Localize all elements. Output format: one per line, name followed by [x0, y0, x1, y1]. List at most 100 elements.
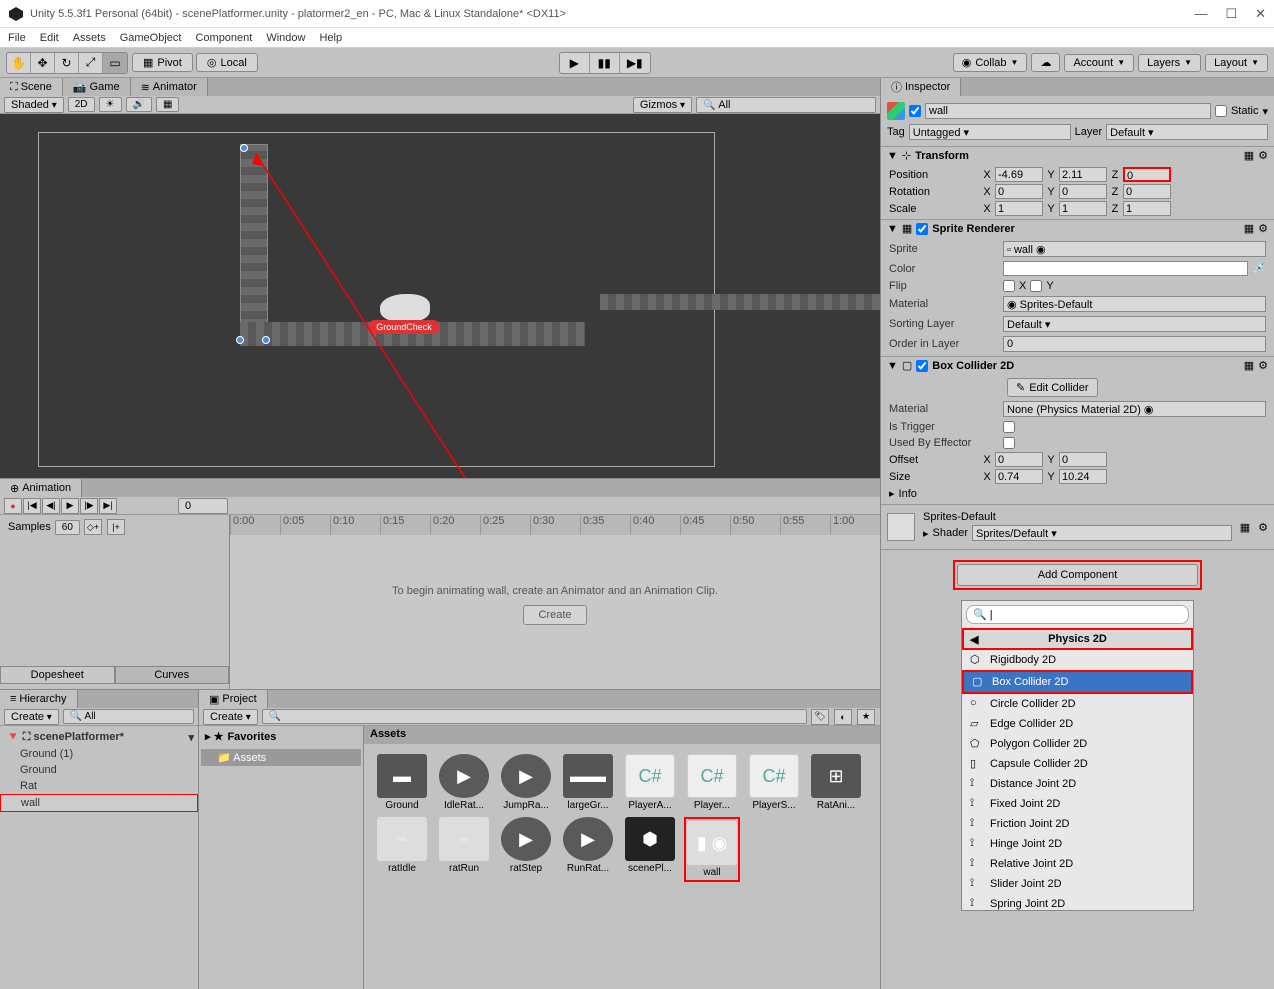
- layer-dropdown[interactable]: Default ▾: [1106, 124, 1268, 140]
- asset-idlerat[interactable]: ▶IdleRat...: [436, 754, 492, 811]
- layout-dropdown[interactable]: Layout ▼: [1205, 54, 1268, 72]
- comp-springjoint2d[interactable]: ⟟Spring Joint 2D: [962, 894, 1193, 910]
- project-breadcrumb[interactable]: Assets: [364, 726, 880, 744]
- asset-wall[interactable]: ▮ ◉wall: [684, 817, 740, 882]
- menu-component[interactable]: Component: [195, 32, 252, 44]
- color-field[interactable]: [1003, 261, 1248, 276]
- favorites-folder[interactable]: ▸ ★ Favorites: [201, 728, 361, 745]
- comp-rigidbody2d[interactable]: ⬡Rigidbody 2D: [962, 650, 1193, 670]
- help-icon[interactable]: ▦: [1244, 359, 1254, 372]
- tab-game[interactable]: 📷 Game: [63, 78, 131, 96]
- rotate-tool-icon[interactable]: ↻: [55, 53, 79, 73]
- hierarchy-item[interactable]: Rat: [0, 778, 198, 794]
- tag-dropdown[interactable]: Untagged ▾: [909, 124, 1071, 140]
- sortlayer-dropdown[interactable]: Default ▾: [1003, 316, 1266, 332]
- menu-help[interactable]: Help: [319, 32, 342, 44]
- pos-y-field[interactable]: 2.11: [1059, 167, 1107, 182]
- time-ruler[interactable]: 0:000:050:100:150:200:250:300:350:400:45…: [230, 515, 880, 535]
- asset-ground[interactable]: ▬Ground: [374, 754, 430, 811]
- order-field[interactable]: 0: [1003, 336, 1266, 352]
- asset-player-cs[interactable]: C#Player...: [684, 754, 740, 811]
- 2d-toggle[interactable]: 2D: [68, 97, 95, 112]
- tab-hierarchy[interactable]: ≡ Hierarchy: [0, 690, 78, 708]
- audio-toggle-icon[interactable]: 🔊: [126, 97, 152, 112]
- tab-inspector[interactable]: ⓘ Inspector: [881, 78, 961, 96]
- next-frame-icon[interactable]: |▶: [80, 498, 98, 514]
- hierarchy-item[interactable]: Ground: [0, 762, 198, 778]
- move-tool-icon[interactable]: ✥: [31, 53, 55, 73]
- frame-field[interactable]: 0: [178, 498, 228, 514]
- box-header[interactable]: Box Collider 2D: [932, 360, 1239, 372]
- shader-dropdown[interactable]: Sprites/Default ▾: [972, 525, 1232, 541]
- size-x-field[interactable]: 0.74: [995, 469, 1043, 484]
- project-create-dropdown[interactable]: Create ▾: [203, 709, 258, 725]
- gear-icon[interactable]: ⚙: [1258, 359, 1268, 372]
- comp-boxcollider2d[interactable]: ▢Box Collider 2D: [962, 670, 1193, 694]
- project-search[interactable]: 🔍: [262, 709, 807, 724]
- asset-runrat[interactable]: ▶RunRat...: [560, 817, 616, 882]
- flip-x-checkbox[interactable]: [1003, 280, 1015, 292]
- eyedropper-icon[interactable]: 💉: [1252, 262, 1266, 275]
- gizmos-dropdown[interactable]: Gizmos ▾: [633, 97, 692, 113]
- prev-frame-icon[interactable]: ◀|: [42, 498, 60, 514]
- name-field[interactable]: wall: [925, 103, 1211, 119]
- comp-capsulecollider2d[interactable]: ▯Capsule Collider 2D: [962, 754, 1193, 774]
- hand-tool-icon[interactable]: ✋: [7, 53, 31, 73]
- asset-largegr[interactable]: ▬▬largeGr...: [560, 754, 616, 811]
- help-icon[interactable]: ▦: [1244, 222, 1254, 235]
- search-filter-icon[interactable]: 🏷: [811, 709, 829, 725]
- samples-field[interactable]: 60: [55, 520, 80, 535]
- comp-edgecollider2d[interactable]: ▱Edge Collider 2D: [962, 714, 1193, 734]
- static-checkbox[interactable]: [1215, 105, 1227, 117]
- component-search-input[interactable]: 🔍 |: [966, 605, 1189, 624]
- play-icon[interactable]: ▶: [560, 53, 590, 73]
- local-toggle[interactable]: ◎ Local: [196, 53, 258, 72]
- pos-z-field[interactable]: 0: [1123, 167, 1171, 182]
- offset-y-field[interactable]: 0: [1059, 452, 1107, 467]
- cloud-button[interactable]: ☁: [1031, 53, 1060, 72]
- asset-ratstep[interactable]: ▶ratStep: [498, 817, 554, 882]
- popup-category-header[interactable]: ◀Physics 2D: [962, 628, 1193, 650]
- comp-sliderjoint2d[interactable]: ⟟Slider Joint 2D: [962, 874, 1193, 894]
- last-frame-icon[interactable]: ▶|: [99, 498, 117, 514]
- account-dropdown[interactable]: Account ▼: [1064, 54, 1134, 72]
- tab-scene[interactable]: ⛶ Scene: [0, 78, 63, 96]
- asset-ratidle[interactable]: ▫▫▫ratIdle: [374, 817, 430, 882]
- menu-file[interactable]: File: [8, 32, 26, 44]
- sprite-header[interactable]: Sprite Renderer: [932, 223, 1239, 235]
- asset-jumprat[interactable]: ▶JumpRa...: [498, 754, 554, 811]
- close-icon[interactable]: ✕: [1255, 6, 1266, 22]
- fx-toggle-icon[interactable]: ▦: [156, 97, 179, 112]
- box-enable-checkbox[interactable]: [916, 360, 928, 372]
- selection-handle[interactable]: [262, 336, 270, 344]
- scene-root[interactable]: 🔻 ⛶ scenePlatformer* ▾: [0, 728, 198, 746]
- gameobject-icon[interactable]: [887, 102, 905, 120]
- comp-frictionjoint2d[interactable]: ⟟Friction Joint 2D: [962, 814, 1193, 834]
- scene-canvas[interactable]: GroundCheck: [0, 114, 880, 478]
- active-checkbox[interactable]: [909, 105, 921, 117]
- collab-dropdown[interactable]: ◉ Collab ▼: [953, 53, 1028, 72]
- create-animation-button[interactable]: Create: [523, 605, 586, 625]
- hierarchy-search[interactable]: 🔍 All: [63, 709, 194, 724]
- add-event-icon[interactable]: |+: [107, 519, 125, 535]
- back-icon[interactable]: ◀: [970, 633, 978, 646]
- search-save-icon[interactable]: ★: [857, 709, 875, 725]
- layers-dropdown[interactable]: Layers ▼: [1138, 54, 1201, 72]
- phys-material-field[interactable]: None (Physics Material 2D) ◉: [1003, 401, 1266, 417]
- comp-fixedjoint2d[interactable]: ⟟Fixed Joint 2D: [962, 794, 1193, 814]
- shading-dropdown[interactable]: Shaded ▾: [4, 97, 64, 113]
- scale-tool-icon[interactable]: ⤢: [79, 53, 103, 73]
- record-icon[interactable]: ●: [4, 498, 22, 514]
- pivot-toggle[interactable]: ▦ Pivot: [132, 53, 193, 72]
- comp-hingejoint2d[interactable]: ⟟Hinge Joint 2D: [962, 834, 1193, 854]
- rot-y-field[interactable]: 0: [1059, 184, 1107, 199]
- sprite-enable-checkbox[interactable]: [916, 223, 928, 235]
- ground-sprite-2[interactable]: [600, 294, 880, 310]
- effector-checkbox[interactable]: [1003, 437, 1015, 449]
- scale-x-field[interactable]: 1: [995, 201, 1043, 216]
- hierarchy-item[interactable]: Ground (1): [0, 746, 198, 762]
- pause-icon[interactable]: ▮▮: [590, 53, 620, 73]
- maximize-icon[interactable]: ☐: [1225, 6, 1237, 22]
- menu-gameobject[interactable]: GameObject: [120, 32, 182, 44]
- rot-x-field[interactable]: 0: [995, 184, 1043, 199]
